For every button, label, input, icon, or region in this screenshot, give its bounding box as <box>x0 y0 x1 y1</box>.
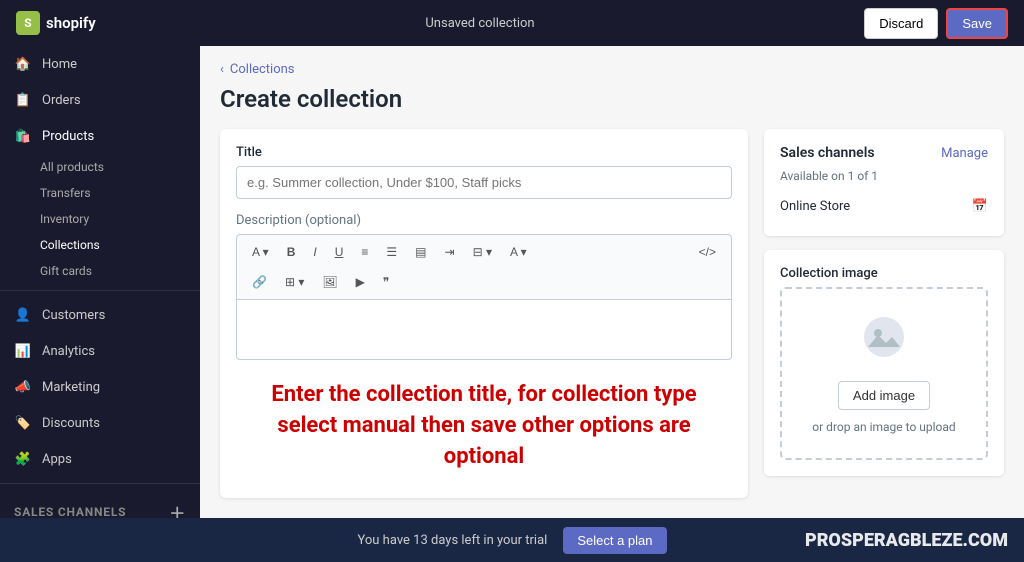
form-main: Title Description (optional) A ▾ B I U ≡… <box>220 129 748 518</box>
sidebar-item-label: Products <box>42 129 94 144</box>
sidebar-item-label: Apps <box>42 452 72 467</box>
sidebar-item-analytics[interactable]: 📊 Analytics <box>0 333 200 369</box>
form-row: Title Description (optional) A ▾ B I U ≡… <box>220 129 1004 518</box>
main-layout: 🏠 Home 📋 Orders 🛍️ Products All products… <box>0 46 1024 518</box>
sidebar-sub-collections[interactable]: Collections <box>0 232 200 258</box>
bottom-bar: You have 13 days left in your trial Sele… <box>0 518 1024 562</box>
image-drop-area[interactable]: Add image or drop an image to upload <box>780 287 988 460</box>
add-channel-icon[interactable]: ＋ <box>169 500 186 518</box>
breadcrumb-back-icon: ‹ <box>220 62 224 77</box>
top-bar: S shopify Unsaved collection Discard Sav… <box>0 0 1024 46</box>
sidebar-sub-gift-cards[interactable]: Gift cards <box>0 258 200 284</box>
toolbar-underline-btn[interactable]: U <box>328 241 351 263</box>
trial-text: You have 13 days left in your trial <box>357 533 547 548</box>
content-area: ‹ Collections Create collection Title De… <box>200 46 1024 518</box>
sidebar-item-customers[interactable]: 👤 Customers <box>0 297 200 333</box>
sidebar-item-label: Orders <box>42 93 81 108</box>
collection-image-title: Collection image <box>780 266 988 281</box>
channel-row: Online Store 📅 <box>780 193 988 220</box>
top-bar-actions: Discard Save <box>864 8 1008 39</box>
title-card: Title Description (optional) A ▾ B I U ≡… <box>220 129 748 498</box>
toolbar-image-btn[interactable]: 🖼 <box>315 271 344 293</box>
sidebar-item-discounts[interactable]: 🏷️ Discounts <box>0 405 200 441</box>
sales-channels-title: Sales channels <box>780 145 875 161</box>
toolbar-table-btn[interactable]: ⊞ ▾ <box>278 271 311 293</box>
channel-calendar-icon[interactable]: 📅 <box>972 199 988 214</box>
analytics-icon: 📊 <box>14 342 32 360</box>
customers-icon: 👤 <box>14 306 32 324</box>
overlay-instruction: Enter the collection title, for collecti… <box>236 360 732 482</box>
editor-body[interactable] <box>236 300 732 360</box>
sidebar-sub-transfers[interactable]: Transfers <box>0 180 200 206</box>
discounts-icon: 🏷️ <box>14 414 32 432</box>
shopify-logo-text: shopify <box>46 14 96 32</box>
toolbar-video-btn[interactable]: ▶ <box>349 271 372 293</box>
sidebar-item-label: Customers <box>42 308 105 323</box>
home-icon: 🏠 <box>14 55 32 73</box>
title-input[interactable] <box>236 166 732 199</box>
toolbar-italic-btn[interactable]: I <box>306 241 323 263</box>
add-image-button[interactable]: Add image <box>838 381 930 410</box>
breadcrumb-label: Collections <box>230 62 295 77</box>
sidebar-sub-all-products[interactable]: All products <box>0 154 200 180</box>
shopify-logo: S shopify <box>16 11 96 35</box>
toolbar-list-btn[interactable]: ⊟ ▾ <box>466 241 499 263</box>
toolbar-bold-btn[interactable]: B <box>280 241 303 263</box>
products-icon: 🛍️ <box>14 127 32 145</box>
shopify-logo-icon: S <box>16 11 40 35</box>
orders-icon: 📋 <box>14 91 32 109</box>
toolbar-blockquote-btn[interactable]: ❞ <box>376 271 396 293</box>
sales-card-header: Sales channels Manage <box>780 145 988 161</box>
apps-icon: 🧩 <box>14 450 32 468</box>
page-title: Create collection <box>220 85 1004 113</box>
sidebar-item-products[interactable]: 🛍️ Products <box>0 118 200 154</box>
sidebar-item-label: Analytics <box>42 344 95 359</box>
watermark-text: PROSPERAGBLEZE.COM <box>805 530 1008 551</box>
sales-channels-card: Sales channels Manage Available on 1 of … <box>764 129 1004 236</box>
toolbar-align-left-btn[interactable]: ≡ <box>354 241 375 263</box>
toolbar-align-center-btn[interactable]: ☰ <box>379 241 404 263</box>
sales-channels-group-label: SALES CHANNELS ＋ <box>0 490 200 518</box>
sidebar-item-label: Home <box>42 57 77 72</box>
drop-text: or drop an image to upload <box>812 420 955 434</box>
sales-channels-label: SALES CHANNELS <box>14 505 126 518</box>
toolbar-color-btn[interactable]: A ▾ <box>503 241 534 263</box>
breadcrumb[interactable]: ‹ Collections <box>220 62 1004 77</box>
description-label: Description (optional) <box>236 213 732 228</box>
sidebar-item-label: Marketing <box>42 380 100 395</box>
sidebar-item-home[interactable]: 🏠 Home <box>0 46 200 82</box>
available-text: Available on 1 of 1 <box>780 169 988 183</box>
editor-toolbar: A ▾ B I U ≡ ☰ ▤ ⇥ ⊟ ▾ A ▾ </> 🔗 <box>236 234 732 300</box>
sidebar-item-marketing[interactable]: 📣 Marketing <box>0 369 200 405</box>
toolbar-indent-btn[interactable]: ⇥ <box>438 241 462 263</box>
sidebar-divider <box>0 290 200 291</box>
sidebar-sub-inventory[interactable]: Inventory <box>0 206 200 232</box>
top-bar-left: S shopify <box>16 11 96 35</box>
manage-link[interactable]: Manage <box>941 146 988 161</box>
sidebar-item-orders[interactable]: 📋 Orders <box>0 82 200 118</box>
sidebar: 🏠 Home 📋 Orders 🛍️ Products All products… <box>0 46 200 518</box>
sidebar-divider-2 <box>0 483 200 484</box>
collection-image-card: Collection image Add image or drop an im… <box>764 250 1004 476</box>
marketing-icon: 📣 <box>14 378 32 396</box>
save-button[interactable]: Save <box>946 8 1008 39</box>
image-placeholder-icon <box>860 313 908 371</box>
discard-button[interactable]: Discard <box>864 8 938 39</box>
form-side: Sales channels Manage Available on 1 of … <box>764 129 1004 476</box>
title-field-label: Title <box>236 145 732 160</box>
sidebar-item-label: Discounts <box>42 416 100 431</box>
sidebar-item-apps[interactable]: 🧩 Apps <box>0 441 200 477</box>
toolbar-align-justify-btn[interactable]: ▤ <box>408 241 433 263</box>
top-bar-title: Unsaved collection <box>425 16 534 31</box>
toolbar-link-btn[interactable]: 🔗 <box>245 271 274 293</box>
channel-name: Online Store <box>780 199 850 214</box>
select-plan-button[interactable]: Select a plan <box>563 527 666 554</box>
toolbar-font-btn[interactable]: A ▾ <box>245 241 276 263</box>
toolbar-source-btn[interactable]: </> <box>692 241 723 263</box>
